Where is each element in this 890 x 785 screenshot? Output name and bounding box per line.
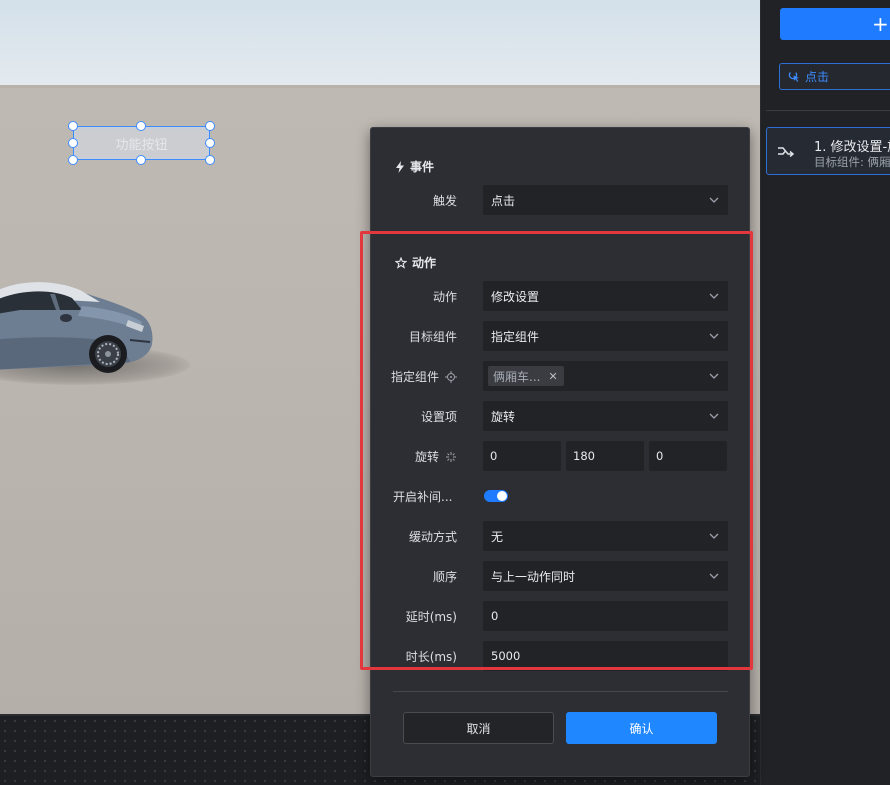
setting-label: 设置项: [420, 410, 457, 424]
delay-input[interactable]: [483, 601, 728, 631]
toggle-knob: [497, 491, 507, 501]
easing-value: 无: [491, 529, 504, 544]
event-section-title: 事件: [395, 158, 434, 175]
setting-select[interactable]: 旋转: [483, 401, 728, 431]
plus-icon: +: [872, 12, 889, 36]
trigger-filter-label: 点击: [805, 70, 830, 84]
target-value: 指定组件: [491, 329, 540, 344]
easing-label: 缓动方式: [408, 530, 457, 544]
selected-widget[interactable]: 功能按钮: [68, 121, 215, 165]
action-flow-icon: [778, 147, 795, 158]
resize-handle-top-right[interactable]: [205, 121, 215, 131]
action-item-title: 1. 修改设置-旋: [814, 140, 890, 155]
rotation-label: 旋转: [415, 448, 457, 465]
component-tag-label: 俩厢车...: [493, 369, 541, 384]
target-icon[interactable]: [445, 370, 457, 383]
action-label: 动作: [432, 290, 457, 304]
chevron-down-icon: [709, 373, 719, 379]
divider: [766, 110, 890, 111]
order-value: 与上一动作同时: [491, 569, 576, 584]
action-value: 修改设置: [491, 289, 540, 304]
duration-label: 时长(ms): [405, 650, 457, 664]
chevron-down-icon: [709, 333, 719, 339]
delay-label: 延时(ms): [405, 610, 457, 624]
chevron-down-icon: [709, 533, 719, 539]
lightning-icon: [396, 160, 404, 173]
car-model[interactable]: [0, 270, 165, 380]
duration-input[interactable]: [483, 641, 728, 671]
chevron-down-icon: [709, 413, 719, 419]
tween-label: 开启补间...: [393, 490, 453, 504]
interaction-panel: + 新 点击 1. 修改设置-旋 目标组件: 俩厢: [760, 0, 890, 785]
click-icon: [788, 70, 799, 82]
rotation-z-input[interactable]: [649, 441, 727, 471]
rotation-y-input[interactable]: [566, 441, 644, 471]
cancel-button[interactable]: 取消: [403, 712, 554, 744]
resize-handle-right[interactable]: [205, 138, 215, 148]
action-item-subtitle: 目标组件: 俩厢: [814, 155, 890, 169]
rotation-label-text: 旋转: [414, 450, 439, 464]
resize-handle-bottom[interactable]: [136, 155, 146, 165]
specified-component-select[interactable]: 俩厢车... ✕: [483, 361, 728, 391]
trigger-filter[interactable]: 点击: [779, 63, 890, 90]
rotation-x-input[interactable]: [483, 441, 561, 471]
add-interaction-button[interactable]: + 新: [780, 8, 890, 40]
easing-select[interactable]: 无: [483, 521, 728, 551]
confirm-button[interactable]: 确认: [566, 712, 717, 744]
target-label: 目标组件: [408, 330, 457, 344]
component-tag: 俩厢车... ✕: [488, 366, 564, 386]
resize-handle-bottom-left[interactable]: [68, 155, 78, 165]
interaction-dialog: 事件 触发 点击 动作 动作 修改设置 目标组件 指定组件 指定组件 俩厢车..…: [370, 127, 750, 777]
resize-handle-top[interactable]: [136, 121, 146, 131]
event-title-text: 事件: [410, 160, 435, 174]
resize-handle-bottom-right[interactable]: [205, 155, 215, 165]
chevron-down-icon: [709, 573, 719, 579]
trigger-select[interactable]: 点击: [483, 185, 728, 215]
action-title-text: 动作: [412, 256, 437, 270]
chevron-down-icon: [709, 197, 719, 203]
specified-label-text: 指定组件: [390, 370, 439, 384]
action-star-icon: [395, 256, 407, 269]
action-select[interactable]: 修改设置: [483, 281, 728, 311]
target-select[interactable]: 指定组件: [483, 321, 728, 351]
sparkle-icon[interactable]: [445, 451, 457, 463]
order-label: 顺序: [432, 570, 457, 584]
action-list-item[interactable]: 1. 修改设置-旋 目标组件: 俩厢: [766, 127, 890, 175]
resize-handle-top-left[interactable]: [68, 121, 78, 131]
order-select[interactable]: 与上一动作同时: [483, 561, 728, 591]
resize-handle-left[interactable]: [68, 138, 78, 148]
close-icon[interactable]: ✕: [548, 370, 557, 383]
specified-label: 指定组件: [391, 368, 457, 385]
footer-divider: [393, 691, 728, 692]
trigger-label: 触发: [432, 194, 457, 208]
tween-toggle[interactable]: [484, 490, 508, 502]
action-section-title: 动作: [395, 254, 436, 271]
setting-value: 旋转: [491, 409, 516, 424]
sky: [0, 0, 760, 87]
chevron-down-icon: [709, 293, 719, 299]
trigger-value: 点击: [491, 193, 516, 208]
